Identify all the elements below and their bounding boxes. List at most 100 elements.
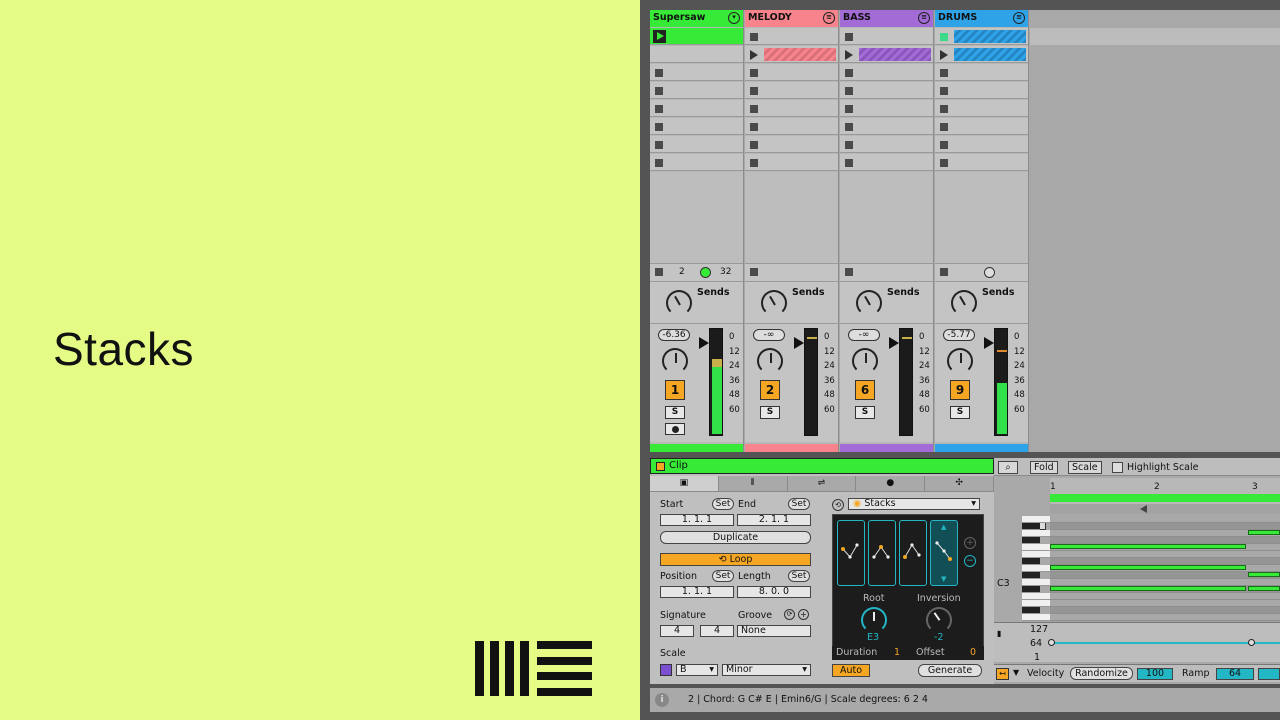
length-field[interactable]: 8. 0. 0 xyxy=(737,586,811,598)
clip[interactable] xyxy=(764,48,836,61)
stop-icon[interactable] xyxy=(845,159,853,167)
stop-icon[interactable] xyxy=(940,87,948,95)
solo-button[interactable]: S xyxy=(855,406,875,419)
pan-knob[interactable] xyxy=(662,348,688,374)
stop-icon[interactable] xyxy=(655,87,663,95)
clip-slot[interactable] xyxy=(650,82,743,99)
play-icon[interactable] xyxy=(750,50,758,60)
add-shape-icon[interactable]: + xyxy=(964,537,976,549)
clip-slot[interactable] xyxy=(650,118,743,135)
position-set-button[interactable]: Set xyxy=(712,570,734,582)
clip-slot[interactable] xyxy=(935,64,1028,81)
send-a-knob[interactable] xyxy=(856,290,882,316)
stop-icon[interactable] xyxy=(845,123,853,131)
stop-icon[interactable] xyxy=(750,69,758,77)
start-set-button[interactable]: Set xyxy=(712,498,734,510)
stop-icon[interactable] xyxy=(750,33,758,41)
drop-area[interactable] xyxy=(650,172,743,264)
track-activator-button[interactable]: 6 xyxy=(855,380,875,400)
chord-shape-slot[interactable] xyxy=(868,520,896,586)
velocity-line[interactable] xyxy=(1050,642,1280,644)
midi-note[interactable] xyxy=(1248,572,1280,577)
volume-value[interactable]: -6.36 xyxy=(658,329,690,341)
stop-icon[interactable] xyxy=(940,159,948,167)
stop-icon[interactable] xyxy=(655,159,663,167)
clip-slot[interactable] xyxy=(840,28,933,45)
track-header[interactable]: Supersaw ▾ xyxy=(650,10,743,27)
playing-icon[interactable] xyxy=(940,33,948,41)
stop-icon[interactable] xyxy=(940,141,948,149)
clip-slot[interactable] xyxy=(840,118,933,135)
clip-slot[interactable] xyxy=(840,82,933,99)
piano-key[interactable] xyxy=(1022,558,1040,565)
stop-icon[interactable] xyxy=(655,105,663,113)
arm-button[interactable] xyxy=(665,423,685,435)
clip-slot[interactable] xyxy=(650,28,743,45)
highlight-scale-checkbox[interactable] xyxy=(1112,462,1123,473)
collapse-icon[interactable]: ↤ xyxy=(996,668,1009,680)
ramp-value-field[interactable]: 64 xyxy=(1216,668,1254,680)
piano-key[interactable] xyxy=(1022,530,1050,537)
stop-icon[interactable] xyxy=(750,141,758,149)
stop-all-icon[interactable] xyxy=(750,268,758,276)
clip-slot[interactable] xyxy=(745,136,838,153)
tab-clip-icon[interactable]: ▣ xyxy=(650,476,719,491)
volume-value[interactable]: -∞ xyxy=(848,329,880,341)
play-icon[interactable] xyxy=(940,50,948,60)
send-a-knob[interactable] xyxy=(951,290,977,316)
piano-key[interactable] xyxy=(1022,593,1050,600)
groove-select[interactable]: None xyxy=(737,625,811,637)
piano-key[interactable] xyxy=(1022,551,1050,558)
tab-generators-icon[interactable]: ✣ xyxy=(925,476,994,491)
track-header[interactable]: MELODY ≡ xyxy=(745,10,838,27)
pan-knob[interactable] xyxy=(852,348,878,374)
length-set-button[interactable]: Set xyxy=(788,570,810,582)
chord-shape-slot-selected[interactable]: ▲ ▼ xyxy=(930,520,958,586)
drop-area[interactable] xyxy=(745,172,838,264)
track-activator-button[interactable]: 2 xyxy=(760,380,780,400)
clip-slot[interactable] xyxy=(745,100,838,117)
stop-icon[interactable] xyxy=(655,69,663,77)
piano-key[interactable] xyxy=(1022,523,1040,530)
clip-slot[interactable] xyxy=(650,46,743,63)
signature-numerator[interactable]: 4 xyxy=(660,625,694,637)
stop-icon[interactable] xyxy=(845,33,853,41)
volume-fader-handle[interactable] xyxy=(889,337,899,349)
midi-note[interactable] xyxy=(1050,586,1246,591)
generator-select[interactable]: ◉ Stacks ▾ xyxy=(848,498,980,510)
randomize-button[interactable]: Randomize xyxy=(1070,667,1133,680)
auto-button[interactable]: Auto xyxy=(832,664,870,677)
midi-note[interactable] xyxy=(1248,530,1280,535)
solo-button[interactable]: S xyxy=(665,406,685,419)
note-grid[interactable] xyxy=(1050,516,1280,622)
send-a-knob[interactable] xyxy=(761,290,787,316)
piano-key[interactable] xyxy=(1022,565,1050,572)
clip-slot[interactable] xyxy=(745,82,838,99)
drop-area[interactable] xyxy=(840,172,933,264)
solo-button[interactable]: S xyxy=(760,406,780,419)
clip-slot[interactable] xyxy=(935,28,1028,45)
clip[interactable] xyxy=(954,48,1026,61)
track-activator-button[interactable]: 9 xyxy=(950,380,970,400)
stop-icon[interactable] xyxy=(750,105,758,113)
clip-slot[interactable] xyxy=(745,118,838,135)
piano-key[interactable] xyxy=(1022,572,1040,579)
volume-fader-handle[interactable] xyxy=(984,337,994,349)
timeline-ruler[interactable]: 1 2 3 xyxy=(1050,478,1280,514)
clip-slot[interactable] xyxy=(935,118,1028,135)
stop-icon[interactable] xyxy=(845,105,853,113)
clip-slot[interactable] xyxy=(650,100,743,117)
info-icon[interactable]: i xyxy=(655,693,669,707)
pan-knob[interactable] xyxy=(757,348,783,374)
scale-button[interactable]: Scale xyxy=(1068,461,1102,474)
drop-area[interactable] xyxy=(935,172,1028,264)
chord-shape-slot[interactable] xyxy=(837,520,865,586)
root-knob[interactable] xyxy=(861,607,887,633)
clip-slot[interactable] xyxy=(745,64,838,81)
stop-icon[interactable] xyxy=(940,123,948,131)
stop-icon[interactable] xyxy=(750,159,758,167)
scale-mode-select[interactable]: Minor ▾ xyxy=(722,664,811,676)
stop-icon[interactable] xyxy=(845,141,853,149)
dropdown-icon[interactable]: ▼ xyxy=(1013,668,1019,677)
clip-slot[interactable] xyxy=(935,46,1028,63)
